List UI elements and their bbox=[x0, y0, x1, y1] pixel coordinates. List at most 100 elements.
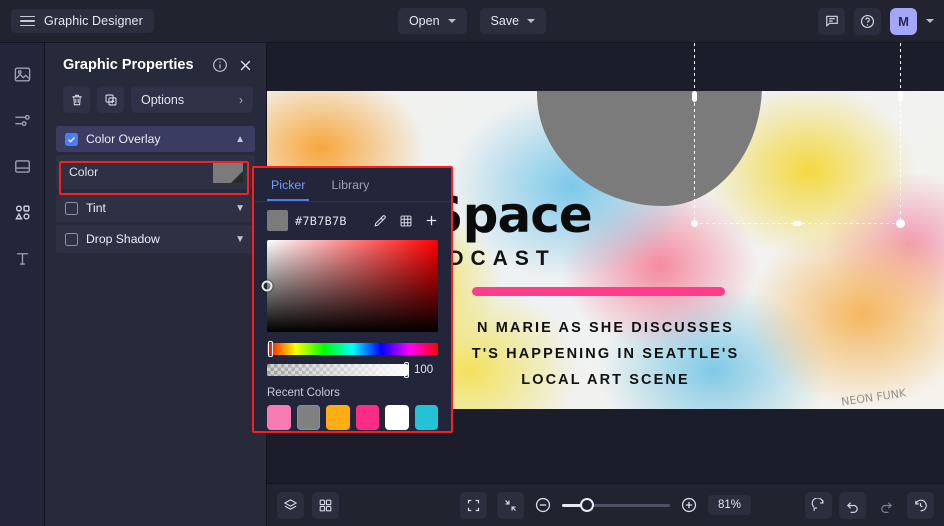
eyedropper-button[interactable] bbox=[370, 211, 389, 230]
selection-handle-bottom-left[interactable] bbox=[691, 220, 698, 227]
reset-icon bbox=[811, 497, 824, 511]
open-button[interactable]: Open bbox=[397, 8, 467, 34]
zoom-level-value[interactable]: 81% bbox=[707, 495, 752, 515]
reset-button[interactable] bbox=[805, 491, 832, 519]
plus-icon bbox=[426, 215, 437, 226]
text-icon bbox=[16, 252, 28, 265]
top-bar: Graphic Designer Open Save M bbox=[0, 0, 944, 43]
left-rail bbox=[0, 43, 45, 526]
zoom-out-button[interactable] bbox=[534, 496, 552, 514]
tab-picker[interactable]: Picker bbox=[267, 178, 310, 201]
saturation-value-handle[interactable] bbox=[261, 280, 273, 292]
selection-handle-bottom-right[interactable] bbox=[896, 219, 905, 228]
redo-icon bbox=[881, 501, 893, 513]
color-label: Color bbox=[69, 165, 99, 179]
save-button[interactable]: Save bbox=[479, 8, 547, 34]
hue-slider[interactable] bbox=[267, 341, 438, 357]
options-button[interactable]: Options › bbox=[131, 86, 253, 113]
sidebar-item-adjustments[interactable] bbox=[7, 105, 37, 135]
chevron-up-icon[interactable]: ▲ bbox=[235, 134, 245, 145]
color-overlay-checkbox[interactable] bbox=[65, 132, 78, 146]
chevron-down-icon[interactable]: ▼ bbox=[235, 234, 245, 245]
zoom-slider[interactable] bbox=[561, 497, 670, 512]
comment-button[interactable] bbox=[818, 7, 845, 35]
color-picker-popover[interactable]: Picker Library #7B7B7B 100 Recent Colors bbox=[252, 166, 453, 433]
hue-slider-handle[interactable] bbox=[268, 341, 273, 357]
layout-icon bbox=[14, 159, 30, 173]
section-drop-shadow[interactable]: Drop Shadow ▼ bbox=[56, 225, 255, 253]
avatar[interactable]: M bbox=[890, 7, 917, 35]
check-icon bbox=[68, 136, 75, 143]
help-button[interactable] bbox=[854, 7, 881, 35]
image-icon bbox=[14, 66, 30, 82]
section-tint[interactable]: Tint ▼ bbox=[56, 194, 255, 222]
grid-icon bbox=[319, 499, 332, 511]
alpha-row: 100 bbox=[267, 362, 438, 378]
selection-handle-right[interactable] bbox=[898, 91, 903, 102]
bottom-bar-left bbox=[277, 491, 339, 519]
selection-handle-bottom-center[interactable] bbox=[793, 221, 802, 226]
layers-icon bbox=[283, 498, 298, 510]
help-circle-icon bbox=[860, 14, 875, 28]
alpha-value[interactable]: 100 bbox=[414, 364, 438, 376]
palette-button[interactable] bbox=[396, 211, 415, 230]
sidebar-item-layouts[interactable] bbox=[7, 151, 37, 181]
open-label: Open bbox=[408, 14, 440, 28]
zoom-in-button[interactable] bbox=[680, 496, 698, 514]
top-bar-center: Open Save bbox=[0, 8, 944, 34]
recent-color-swatch[interactable] bbox=[414, 405, 438, 430]
section-color-overlay[interactable]: Color Overlay ▲ bbox=[56, 126, 255, 152]
color-swatch[interactable] bbox=[213, 161, 243, 183]
redo-button[interactable] bbox=[873, 492, 900, 519]
saturation-value-area[interactable] bbox=[261, 240, 438, 332]
app-root: Graphic Designer Open Save M Graphic Pro… bbox=[0, 0, 944, 526]
drop-shadow-checkbox[interactable] bbox=[65, 232, 78, 246]
zoom-slider-handle[interactable] bbox=[579, 497, 594, 512]
chevron-down-icon[interactable]: ▼ bbox=[235, 203, 245, 214]
sidebar-item-shapes[interactable] bbox=[7, 197, 37, 227]
recent-color-swatch[interactable] bbox=[326, 405, 350, 430]
history-button[interactable] bbox=[907, 491, 934, 519]
shrink-button[interactable] bbox=[496, 491, 524, 519]
delete-button[interactable] bbox=[63, 86, 90, 113]
fit-frame-icon bbox=[467, 499, 480, 511]
grid-palette-icon bbox=[400, 215, 411, 226]
current-color-chip bbox=[267, 210, 288, 231]
grid-view-button[interactable] bbox=[312, 491, 339, 519]
section-label: Color Overlay bbox=[86, 132, 161, 146]
close-panel-button[interactable] bbox=[238, 58, 253, 73]
history-icon bbox=[915, 499, 927, 511]
add-color-button[interactable] bbox=[422, 211, 441, 230]
recent-color-swatch[interactable] bbox=[296, 405, 320, 430]
zoom-in-icon bbox=[681, 497, 697, 513]
tab-library[interactable]: Library bbox=[327, 178, 373, 201]
sidebar-item-images[interactable] bbox=[7, 59, 37, 89]
bottom-bar: 81% bbox=[267, 483, 944, 526]
comment-icon bbox=[825, 15, 838, 27]
graphic-properties-panel: Graphic Properties Options › Color Overl… bbox=[45, 43, 267, 526]
sidebar-item-text[interactable] bbox=[7, 243, 37, 273]
tint-checkbox[interactable] bbox=[65, 201, 78, 215]
recent-color-swatch[interactable] bbox=[355, 405, 379, 430]
recent-color-swatch[interactable] bbox=[385, 405, 409, 430]
recent-colors-label: Recent Colors bbox=[267, 387, 340, 399]
recent-color-swatch[interactable] bbox=[267, 405, 291, 430]
bottom-bar-right bbox=[805, 491, 934, 519]
chevron-right-icon: › bbox=[239, 92, 243, 107]
alpha-slider-handle[interactable] bbox=[404, 362, 409, 378]
fit-to-frame-button[interactable] bbox=[459, 491, 487, 519]
color-field-row[interactable]: Color bbox=[56, 155, 255, 189]
effects-section-list: Color Overlay ▲ bbox=[45, 126, 266, 152]
info-button[interactable] bbox=[212, 57, 228, 73]
zoom-out-icon bbox=[535, 497, 551, 513]
layers-button[interactable] bbox=[277, 491, 304, 519]
selection-bounding-box[interactable] bbox=[691, 43, 905, 228]
alpha-slider[interactable] bbox=[267, 362, 409, 378]
hex-value[interactable]: #7B7B7B bbox=[295, 214, 363, 228]
selection-handle-left[interactable] bbox=[692, 91, 697, 102]
options-label: Options bbox=[141, 92, 185, 107]
close-icon bbox=[240, 60, 251, 70]
account-chevron-down-icon[interactable] bbox=[926, 19, 934, 23]
duplicate-button[interactable] bbox=[97, 86, 124, 113]
undo-button[interactable] bbox=[839, 491, 866, 519]
